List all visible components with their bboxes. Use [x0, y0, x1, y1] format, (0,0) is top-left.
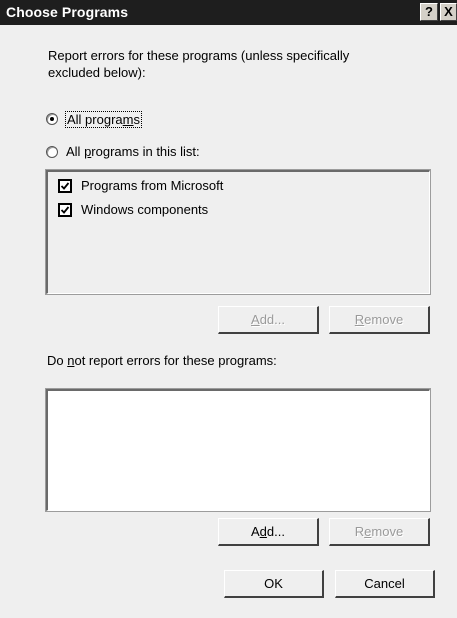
- radio-button-all-programs[interactable]: [46, 113, 58, 125]
- checkmark-icon: [60, 182, 70, 190]
- excluded-programs-list[interactable]: [45, 388, 431, 512]
- radio-programs-in-list[interactable]: All programs in this list:: [46, 144, 266, 162]
- list-item-programs-from-microsoft[interactable]: Programs from Microsoft: [58, 178, 358, 196]
- remove-included-button[interactable]: Remove: [329, 306, 430, 334]
- title-bar[interactable]: Choose Programs ? X: [0, 0, 457, 25]
- add-excluded-button[interactable]: Add...: [218, 518, 319, 546]
- help-icon: ?: [425, 4, 433, 19]
- list-item-label: Windows components: [81, 202, 209, 217]
- choose-programs-dialog: Choose Programs ? X Report errors for th…: [0, 0, 457, 618]
- close-button[interactable]: X: [440, 3, 457, 21]
- radio-dot-icon: [50, 117, 54, 121]
- close-icon: X: [444, 4, 453, 19]
- radio-all-programs[interactable]: All programs: [46, 111, 186, 129]
- radio-all-programs-label: All programs: [65, 111, 142, 128]
- radio-programs-in-list-label: All programs in this list:: [66, 144, 200, 159]
- help-button[interactable]: ?: [420, 3, 438, 21]
- list-item-windows-components[interactable]: Windows components: [58, 202, 358, 220]
- checkbox-windows-components[interactable]: [58, 203, 72, 217]
- dialog-title: Choose Programs: [6, 4, 129, 20]
- cancel-button[interactable]: Cancel: [335, 570, 435, 598]
- add-included-button[interactable]: Add...: [218, 306, 319, 334]
- remove-excluded-button[interactable]: Remove: [329, 518, 430, 546]
- checkbox-programs-from-microsoft[interactable]: [58, 179, 72, 193]
- report-description-line1: Report errors for these programs (unless…: [48, 48, 350, 63]
- checkmark-icon: [60, 206, 70, 214]
- exclude-heading: Do not report errors for these programs:: [47, 353, 277, 368]
- radio-button-programs-in-list[interactable]: [46, 146, 58, 158]
- included-programs-list[interactable]: Programs from Microsoft Windows componen…: [45, 169, 431, 295]
- report-description-line2: excluded below):: [48, 65, 146, 80]
- list-item-label: Programs from Microsoft: [81, 178, 224, 193]
- ok-button[interactable]: OK: [224, 570, 324, 598]
